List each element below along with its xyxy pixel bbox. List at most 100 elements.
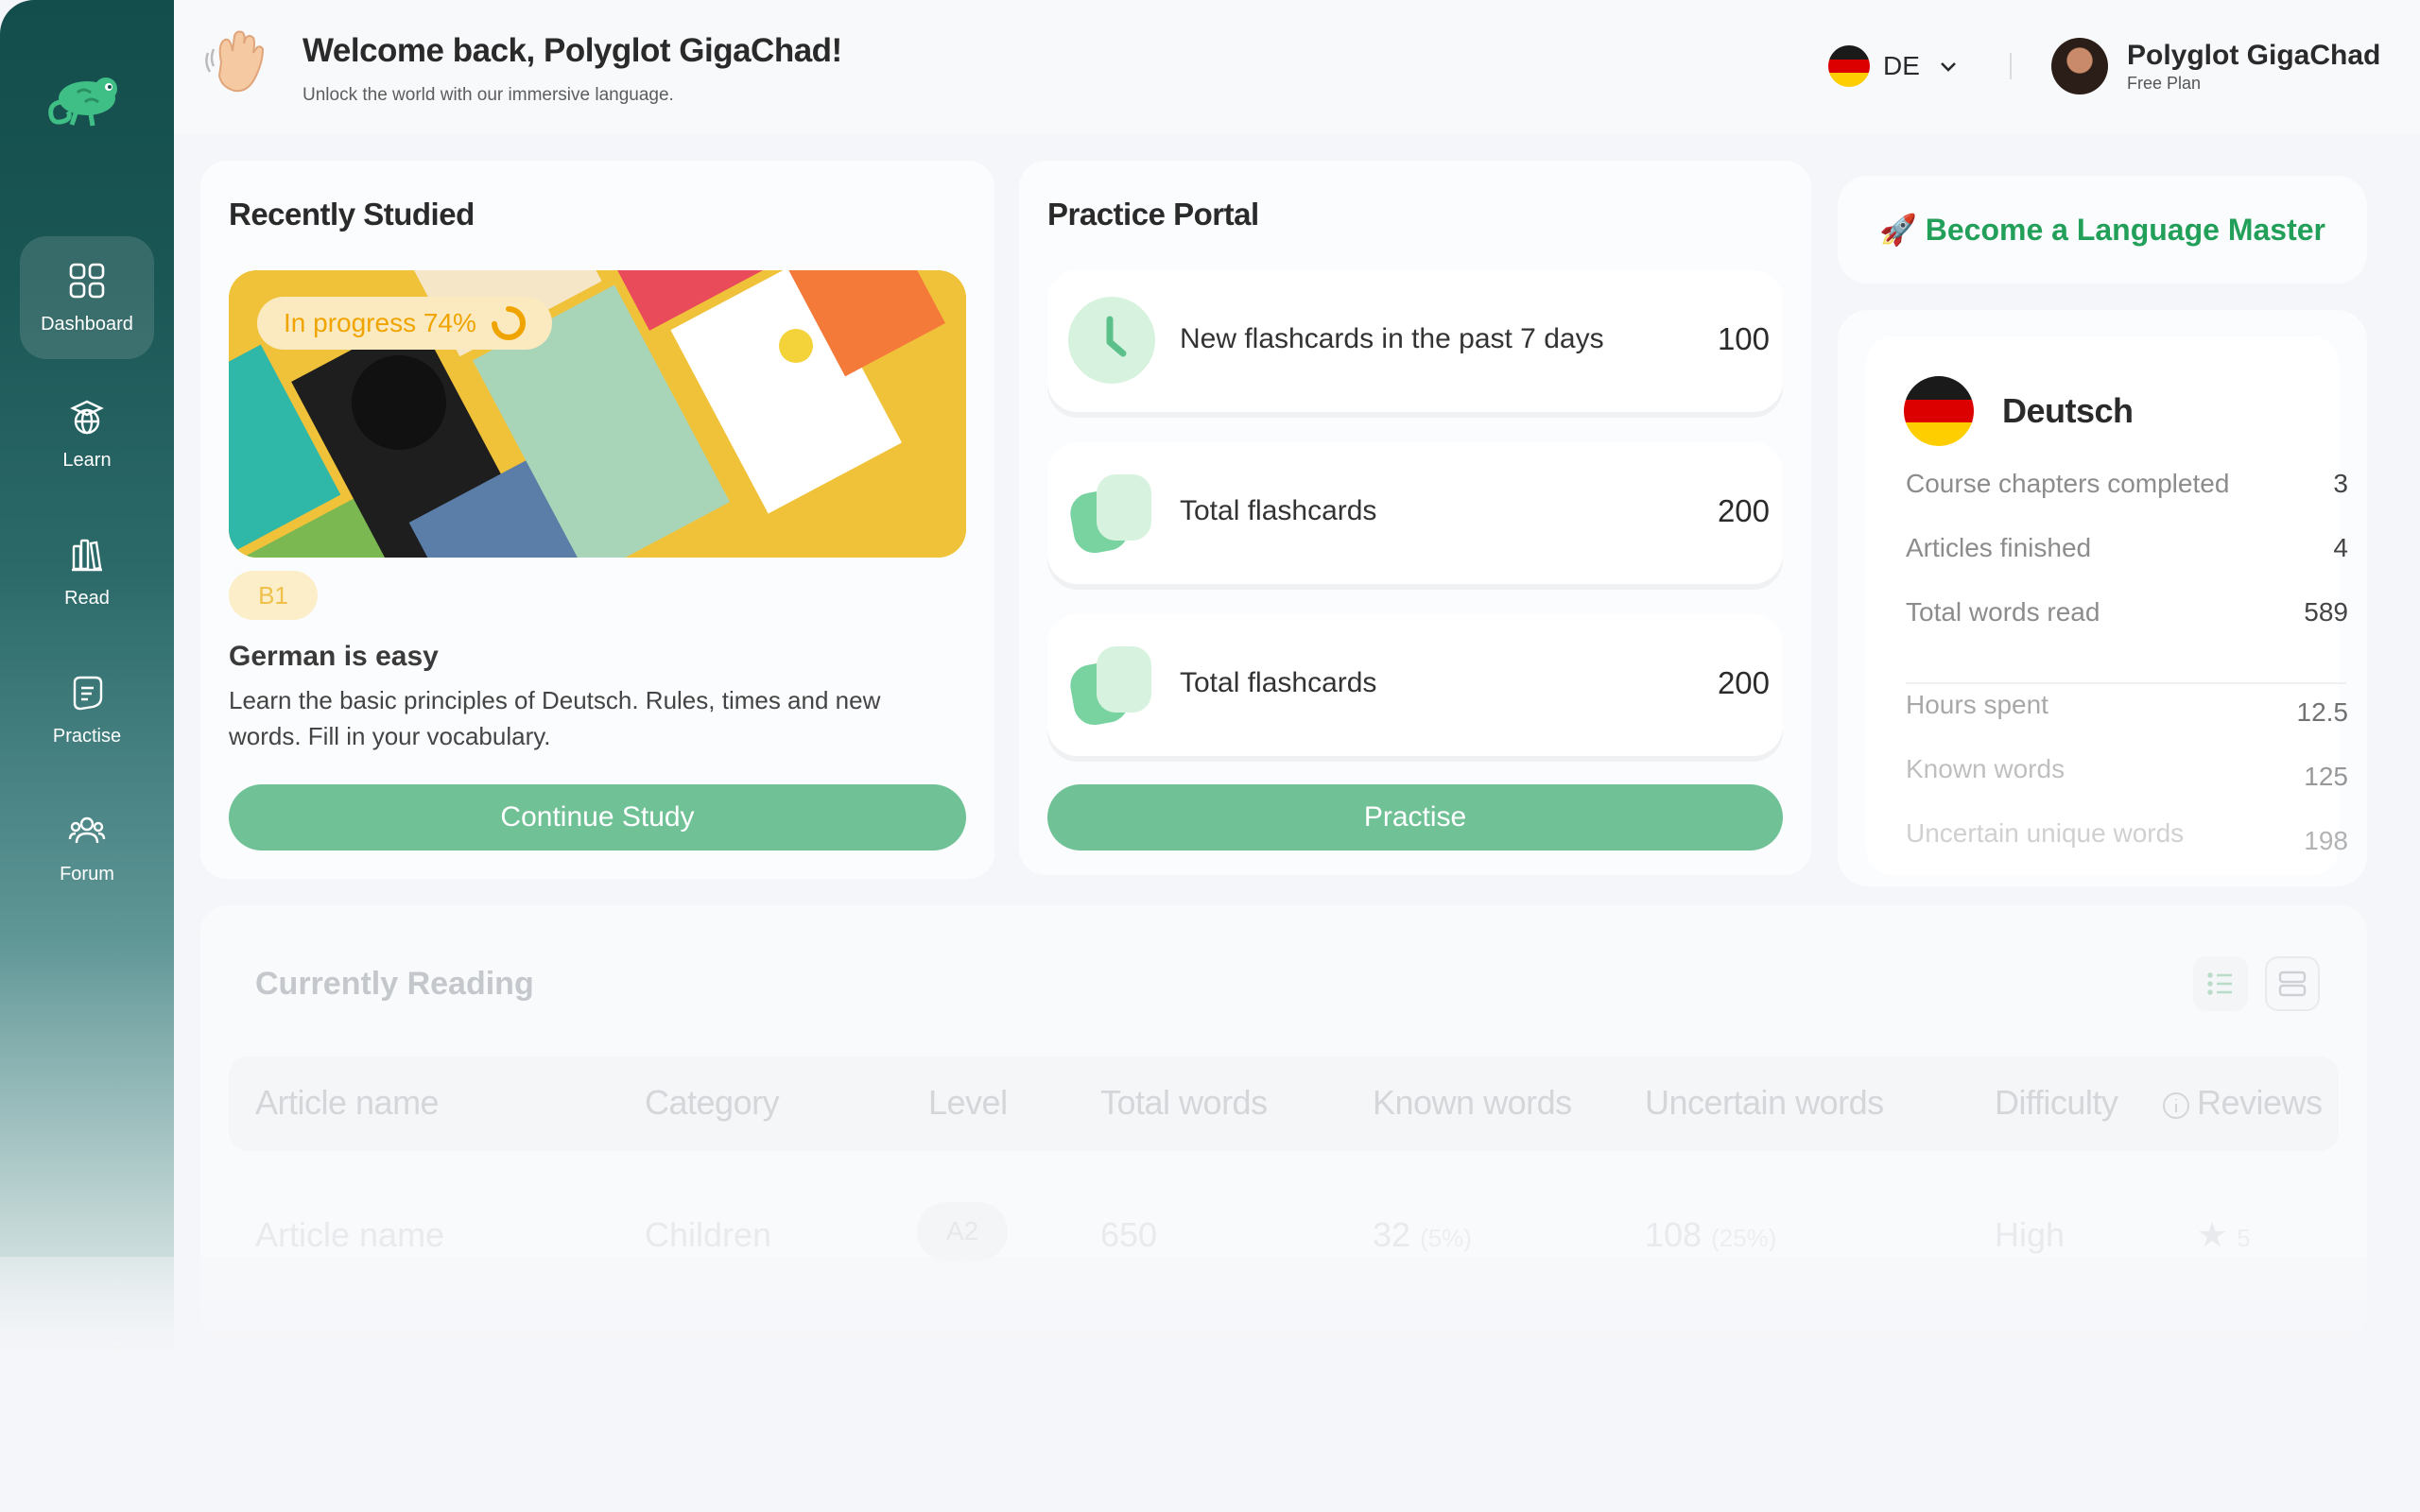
card-title: Recently Studied	[229, 197, 475, 232]
difficulty-cell: High	[1995, 1215, 2066, 1254]
clock-icon	[1068, 297, 1155, 384]
stat-value: 4	[2333, 533, 2348, 562]
level-badge: B1	[229, 571, 318, 620]
stat-label: Total words read	[1906, 597, 2100, 627]
user-name[interactable]: Polyglot GigaChad	[2127, 40, 2380, 72]
user-plan: Free Plan	[2127, 74, 2202, 93]
fade-overlay	[0, 1257, 2420, 1512]
card-title: Practice Portal	[1047, 197, 1259, 232]
sidebar-item-label: Practise	[52, 725, 122, 747]
stat-value: 198	[2304, 826, 2348, 855]
course-cover-image[interactable]: In progress 74%	[229, 270, 966, 558]
column-header[interactable]: Total words	[1100, 1083, 1268, 1123]
chameleon-logo-icon[interactable]	[40, 60, 134, 136]
cards-icon	[1070, 474, 1151, 554]
language-stats-card: Deutsch Course chapters completed 3 Arti…	[1838, 310, 2367, 886]
total-words-cell: 650	[1100, 1215, 1158, 1254]
column-header[interactable]: Reviews	[2197, 1083, 2323, 1123]
star-icon: ★	[2197, 1215, 2228, 1254]
practice-row-value: 200	[1717, 665, 1770, 700]
list-view-button[interactable]	[2193, 956, 2248, 1011]
language-selector[interactable]: DE	[1828, 45, 1960, 87]
practice-row[interactable]: New flashcards in the past 7 days 100	[1047, 270, 1783, 412]
recently-studied-card: Recently Studied In progress 74% B1 Germ…	[200, 161, 994, 879]
sidebar-item-forum[interactable]: Forum	[20, 786, 154, 909]
stat-value: 125	[2304, 762, 2348, 791]
avatar[interactable]	[2051, 38, 2108, 94]
practise-button[interactable]: Practise	[1047, 784, 1783, 850]
people-icon	[68, 816, 106, 843]
list-icon	[2207, 972, 2232, 995]
column-header[interactable]: Uncertain words	[1645, 1083, 1884, 1123]
stat-label: Articles finished	[1906, 533, 2092, 562]
stat-label: Uncertain unique words	[1906, 818, 2185, 848]
language-code: DE	[1883, 51, 1920, 80]
practice-row-label: New flashcards in the past 7 days	[1180, 323, 1604, 354]
stat-value: 589	[2304, 597, 2348, 627]
practice-row[interactable]: Total flashcards 200	[1047, 442, 1783, 584]
column-header[interactable]: Article name	[255, 1083, 440, 1123]
welcome-subtitle: Unlock the world with our immersive lang…	[302, 85, 674, 105]
reviews-count: 5	[2237, 1224, 2251, 1252]
level-badge: A2	[917, 1202, 1008, 1261]
uncertain-words-value: 108	[1645, 1215, 1703, 1254]
continue-study-button[interactable]: Continue Study	[229, 784, 966, 850]
practice-row-label: Total flashcards	[1180, 667, 1377, 698]
progress-ring-icon	[491, 306, 526, 340]
practice-row-value: 200	[1717, 493, 1770, 528]
uncertain-words-percent: (25%)	[1711, 1224, 1777, 1252]
known-words-cell: 32 (5%)	[1373, 1215, 1472, 1255]
card-title: Currently Reading	[255, 966, 534, 1002]
column-header[interactable]: Category	[645, 1083, 780, 1123]
sidebar-item-label: Dashboard	[41, 313, 133, 335]
sidebar-item-label: Learn	[62, 449, 112, 471]
course-description: Learn the basic principles of Deutsch. R…	[229, 686, 881, 750]
stat-label: Known words	[1906, 754, 2066, 783]
known-words-percent: (5%)	[1420, 1224, 1472, 1252]
stats-language-title: Deutsch	[2002, 391, 2134, 430]
progress-label: In progress 74%	[284, 308, 476, 337]
grid-icon	[69, 263, 105, 298]
progress-badge: In progress 74%	[257, 297, 552, 350]
stat-label: Hours spent	[1906, 690, 2048, 719]
sidebar-item-learn[interactable]: Learn	[20, 372, 154, 495]
known-words-value: 32	[1373, 1215, 1411, 1254]
article-name-cell[interactable]: Article name	[255, 1215, 444, 1255]
card-view-button[interactable]	[2265, 956, 2320, 1011]
stat-value: 12.5	[2296, 697, 2349, 727]
sidebar-item-practise[interactable]: Practise	[20, 648, 154, 771]
rows-icon	[2278, 971, 2307, 997]
practice-row-value: 100	[1717, 321, 1770, 356]
chevron-down-icon	[1940, 62, 1956, 72]
practice-row[interactable]: Total flashcards 200	[1047, 614, 1783, 756]
waving-hand-icon	[205, 30, 265, 93]
practice-row-label: Total flashcards	[1180, 495, 1377, 526]
table-header: Article name Category Level Total words …	[229, 1057, 2339, 1151]
stat-value: 3	[2333, 469, 2348, 498]
flashcard-icon	[73, 676, 103, 710]
books-icon	[72, 539, 102, 571]
column-header[interactable]: Known words	[1373, 1083, 1572, 1123]
stats-panel: Deutsch Course chapters completed 3 Arti…	[1866, 336, 2348, 875]
category-cell: Children	[645, 1215, 772, 1254]
become-master-label: 🚀 Become a Language Master	[1879, 213, 2325, 247]
column-header[interactable]: Level	[928, 1083, 1008, 1123]
cards-icon	[1070, 646, 1151, 726]
header-divider	[2010, 53, 2012, 79]
sidebar-item-dashboard[interactable]: Dashboard	[20, 236, 154, 359]
globe-graduation-icon	[70, 400, 104, 434]
info-icon[interactable]	[2161, 1091, 2191, 1121]
germany-flag-icon	[1828, 45, 1870, 87]
column-header[interactable]: Difficulty	[1995, 1083, 2118, 1123]
sidebar-item-label: Read	[64, 587, 110, 609]
sidebar-item-read[interactable]: Read	[20, 510, 154, 633]
stats-divider	[1906, 682, 2346, 684]
sidebar-item-label: Forum	[60, 863, 114, 885]
welcome-title: Welcome back, Polyglot GigaChad!	[302, 32, 842, 69]
become-master-banner[interactable]: 🚀 Become a Language Master	[1838, 176, 2367, 284]
course-title: German is easy	[229, 641, 439, 672]
practice-portal-card: Practice Portal New flashcards in the pa…	[1019, 161, 1811, 875]
stat-label: Course chapters completed	[1906, 469, 2230, 498]
top-header: Welcome back, Polyglot GigaChad! Unlock …	[174, 0, 2420, 134]
reviews-cell: ★ 5	[2197, 1215, 2251, 1255]
